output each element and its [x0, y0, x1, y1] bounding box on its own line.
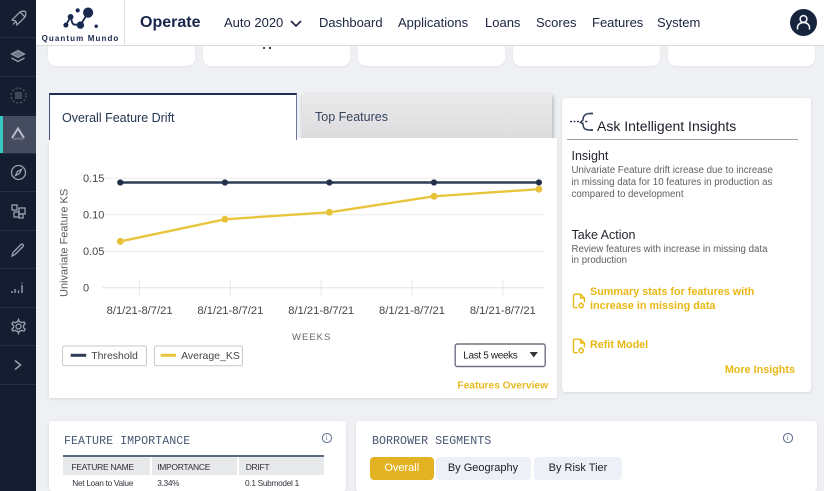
svg-text:8/1/21-8/7/21: 8/1/21-8/7/21 [470, 305, 536, 317]
svg-text:Univariate Feature KS: Univariate Feature KS [59, 188, 71, 296]
svg-text:8/1/21-8/7/21: 8/1/21-8/7/21 [197, 305, 263, 317]
svg-text:Features Overview: Features Overview [457, 380, 548, 391]
svg-text:8/1/21-8/7/21: 8/1/21-8/7/21 [379, 305, 445, 317]
svg-text:0: 0 [83, 282, 89, 294]
svg-text:WEEKS: WEEKS [292, 332, 331, 343]
svg-text:0.05: 0.05 [83, 246, 104, 258]
svg-text:8/1/21-8/7/21: 8/1/21-8/7/21 [288, 305, 354, 317]
svg-text:8/1/21-8/7/21: 8/1/21-8/7/21 [107, 305, 173, 317]
svg-text:Threshold: Threshold [91, 349, 138, 361]
svg-text:Last 5 weeks: Last 5 weeks [463, 350, 518, 361]
svg-text:Average_KS: Average_KS [181, 349, 240, 361]
svg-text:0.10: 0.10 [83, 209, 104, 221]
svg-text:0.15: 0.15 [83, 173, 104, 185]
